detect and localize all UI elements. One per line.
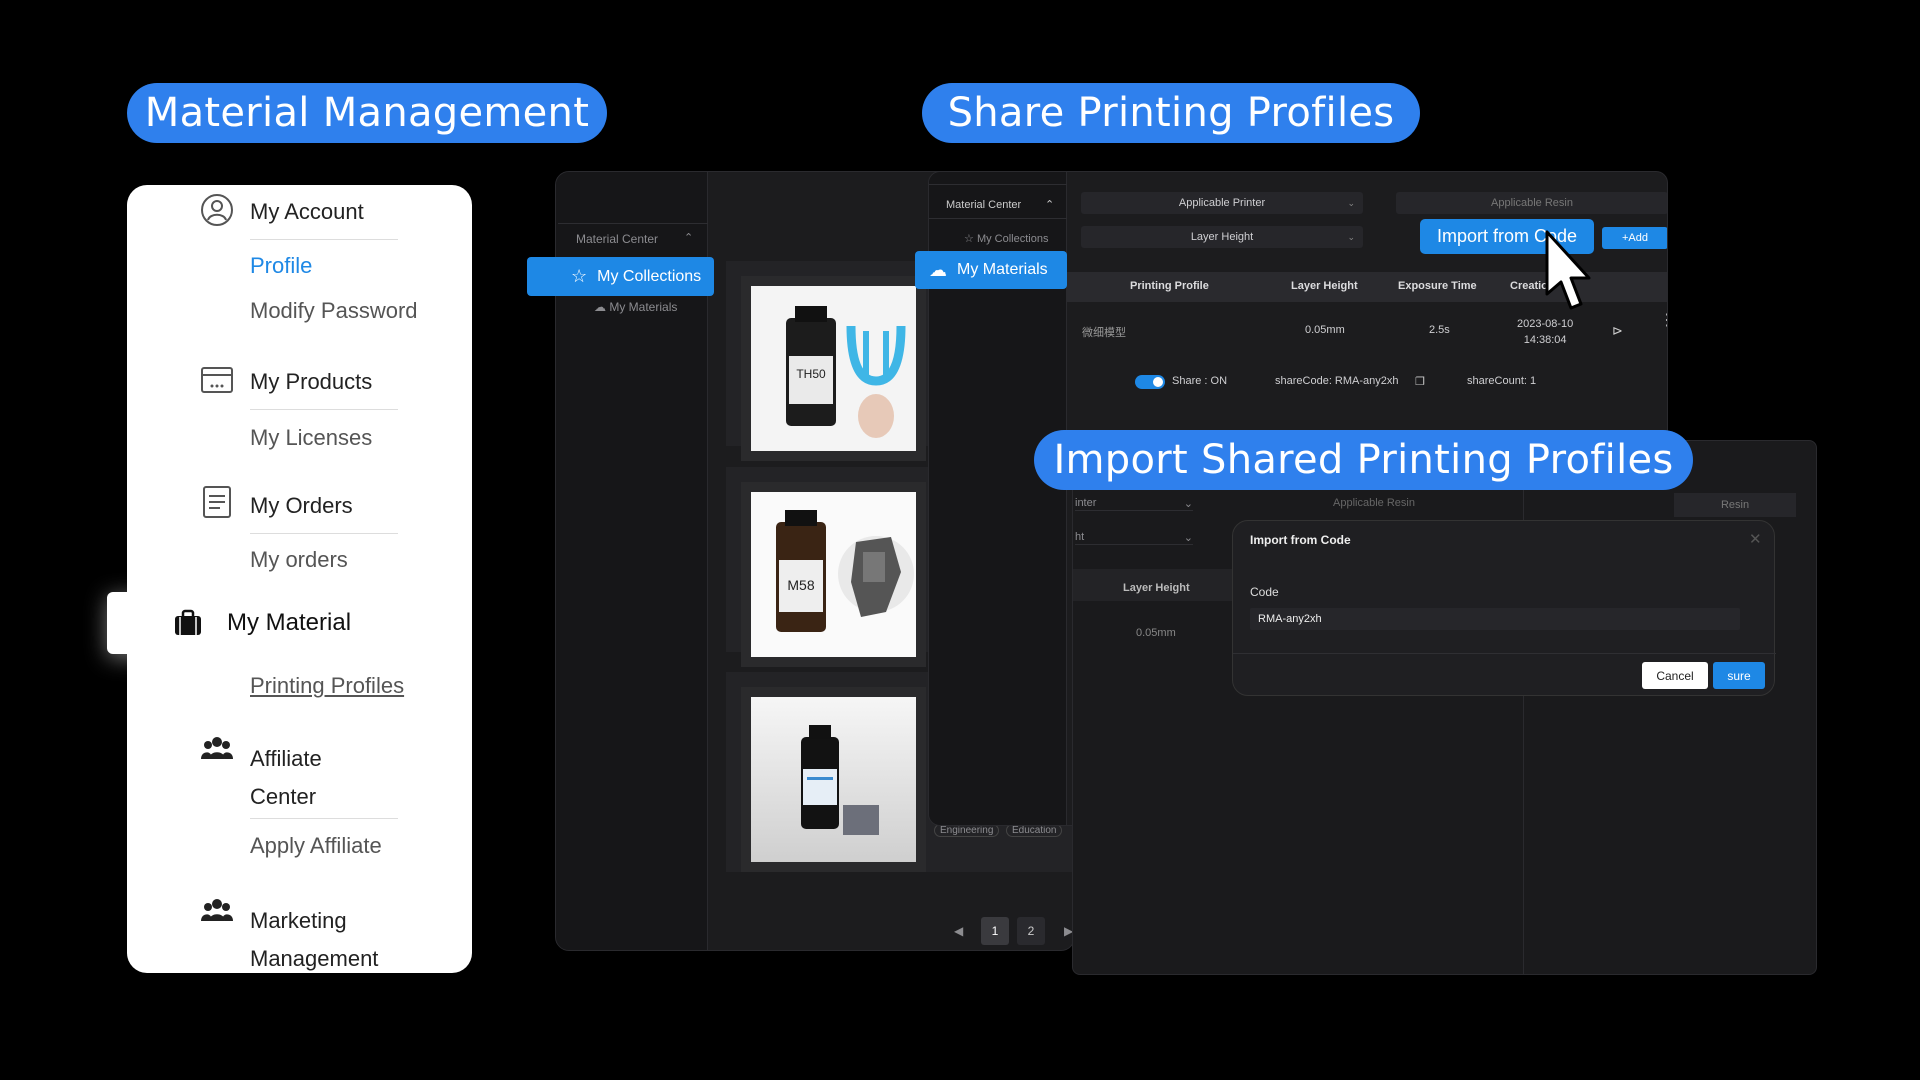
menu-affiliate-center[interactable]: Affiliate Center — [250, 740, 322, 816]
product-image-resin — [741, 687, 926, 872]
col-layer-height: Layer Height — [1291, 280, 1358, 292]
share-profiles-heading: Share Printing Profiles — [922, 83, 1420, 143]
layer-height-select[interactable]: ht ⌄ — [1075, 531, 1193, 545]
resin-tab[interactable]: Resin — [1674, 493, 1796, 517]
cloud-icon: ☁ — [594, 300, 606, 314]
prev-page-icon[interactable]: ◀ — [954, 924, 963, 938]
user-circle-icon — [201, 194, 233, 226]
mouse-pointer-icon — [1545, 230, 1591, 310]
menu-printing-profiles[interactable]: Printing Profiles — [250, 673, 404, 699]
col-exposure-time: Exposure Time — [1398, 280, 1477, 292]
star-icon: ☆ — [571, 266, 588, 286]
code-input[interactable]: RMA-any2xh — [1250, 608, 1740, 630]
menu-my-orders-sub[interactable]: My orders — [250, 547, 348, 573]
nav-my-collections[interactable]: ☆ My Collections — [527, 257, 714, 296]
page-2[interactable]: 2 — [1017, 917, 1045, 945]
menu-my-products[interactable]: My Products — [250, 369, 372, 395]
page-1[interactable]: 1 — [981, 917, 1009, 945]
svg-text:TH50: TH50 — [796, 367, 826, 381]
share-status: Share : ON — [1172, 375, 1228, 387]
row-layer-height: 0.05mm — [1136, 627, 1176, 639]
more-options-icon[interactable]: ⋮ — [1659, 313, 1667, 329]
cancel-button[interactable]: Cancel — [1642, 662, 1708, 689]
import-profiles-heading: Import Shared Printing Profiles — [1034, 430, 1693, 490]
chevron-up-icon: ⌃ — [684, 232, 694, 244]
material-center-label[interactable]: Material Center — [576, 232, 658, 246]
dialog-title: Import from Code — [1250, 533, 1351, 547]
briefcase-icon — [175, 609, 201, 635]
menu-my-account[interactable]: My Account — [250, 199, 364, 225]
users-icon — [201, 899, 233, 921]
account-menu: My Account Profile Modify Password My Pr… — [127, 185, 472, 973]
menu-my-orders[interactable]: My Orders — [250, 493, 353, 519]
nav-my-collections[interactable]: ☆ My Collections — [964, 232, 1048, 245]
menu-my-licenses[interactable]: My Licenses — [250, 425, 372, 451]
document-icon — [203, 486, 231, 518]
applicable-resin-select[interactable]: Applicable Resin — [1228, 497, 1520, 509]
close-icon[interactable]: ✕ — [1749, 530, 1762, 548]
share-code: shareCode: RMA-any2xh — [1275, 375, 1399, 387]
share-count: shareCount: 1 — [1467, 375, 1537, 387]
code-label: Code — [1250, 585, 1279, 599]
product-image-m58: M58 — [741, 482, 926, 667]
menu-my-material[interactable]: My Material — [107, 592, 402, 654]
chevron-down-icon: ⌄ — [1347, 231, 1355, 242]
users-icon — [201, 737, 233, 759]
share-icon[interactable]: ⊳ — [1612, 323, 1623, 339]
row-date: 2023-08-10 14:38:04 — [1517, 318, 1574, 346]
row-exposure: 2.5s — [1429, 324, 1450, 336]
chevron-up-icon: ⌃ — [1045, 199, 1055, 211]
applicable-resin-select[interactable]: Applicable Resin — [1396, 192, 1667, 214]
material-center-label[interactable]: Material Center — [946, 199, 1021, 211]
menu-marketing-management[interactable]: Marketing Management — [250, 902, 378, 973]
import-dialog: Import from Code ✕ Code RMA-any2xh Cance… — [1232, 520, 1776, 696]
menu-apply-affiliate[interactable]: Apply Affiliate — [250, 833, 382, 859]
add-button[interactable]: +Add — [1602, 227, 1667, 249]
sure-button[interactable]: sure — [1713, 662, 1765, 689]
col-printing-profile: Printing Profile — [1130, 280, 1209, 292]
layer-height-select[interactable]: Layer Height ⌄ — [1081, 226, 1363, 248]
col-layer-height: Layer Height — [1123, 582, 1190, 594]
row-layer-height: 0.05mm — [1305, 324, 1345, 336]
chevron-down-icon: ⌄ — [1347, 197, 1355, 208]
cloud-icon: ☁ — [929, 259, 947, 280]
credit-card-icon — [201, 367, 233, 393]
nav-my-materials-active[interactable]: ☁ My Materials — [915, 251, 1067, 289]
copy-icon[interactable]: ❐ — [1415, 375, 1425, 388]
applicable-printer-select[interactable]: inter ⌄ — [1075, 497, 1193, 511]
menu-modify-password[interactable]: Modify Password — [250, 298, 418, 324]
menu-profile[interactable]: Profile — [250, 253, 312, 279]
svg-text:M58: M58 — [787, 577, 814, 593]
share-toggle[interactable] — [1135, 375, 1165, 389]
nav-my-materials[interactable]: ☁ My Materials — [594, 300, 677, 314]
row-profile-name: 微细模型 — [1082, 327, 1126, 339]
material-management-heading: Material Management — [127, 83, 607, 143]
star-icon: ☆ — [964, 233, 974, 245]
applicable-printer-select[interactable]: Applicable Printer ⌄ — [1081, 192, 1363, 214]
product-image-th50: TH50 — [741, 276, 926, 461]
